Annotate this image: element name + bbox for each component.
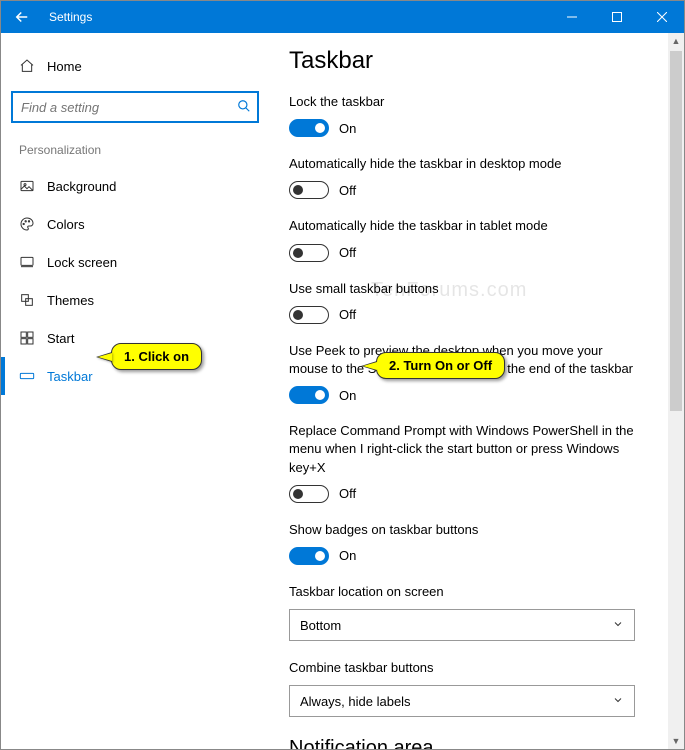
main-panel: Taskbar Lock the taskbar On Automaticall…	[283, 33, 684, 749]
toggle-small-buttons[interactable]	[289, 306, 329, 324]
toggle-badges[interactable]	[289, 547, 329, 565]
toggle-state: On	[339, 388, 356, 403]
sidebar-item-label: Colors	[47, 217, 85, 232]
search-input[interactable]	[11, 91, 259, 123]
sidebar-item-colors[interactable]: Colors	[11, 205, 273, 243]
setting-label: Automatically hide the taskbar in deskto…	[289, 155, 660, 173]
toggle-peek[interactable]	[289, 386, 329, 404]
window-title: Settings	[43, 10, 549, 24]
dropdown-value: Bottom	[300, 618, 341, 633]
setting-label: Lock the taskbar	[289, 93, 660, 111]
search-icon	[237, 99, 251, 116]
lockscreen-icon	[19, 254, 47, 270]
chevron-down-icon	[612, 694, 624, 709]
setting-label: Combine taskbar buttons	[289, 659, 660, 677]
maximize-button[interactable]	[594, 1, 639, 33]
taskbar-icon	[19, 368, 47, 384]
sidebar-item-label: Background	[47, 179, 116, 194]
scroll-up-icon[interactable]: ▲	[668, 33, 684, 49]
start-icon	[19, 330, 47, 346]
setting-badges: Show badges on taskbar buttons On	[289, 521, 660, 565]
setting-label: Use small taskbar buttons	[289, 280, 660, 298]
setting-label: Taskbar location on screen	[289, 583, 660, 601]
toggle-autohide-desktop[interactable]	[289, 181, 329, 199]
sidebar-item-label: Start	[47, 331, 74, 346]
setting-combine: Combine taskbar buttons Always, hide lab…	[289, 659, 660, 717]
sidebar-item-themes[interactable]: Themes	[11, 281, 273, 319]
image-icon	[19, 178, 47, 194]
sidebar-item-background[interactable]: Background	[11, 167, 273, 205]
palette-icon	[19, 216, 47, 232]
toggle-state: Off	[339, 183, 356, 198]
scrollbar[interactable]: ▲ ▼	[668, 33, 684, 749]
sidebar-item-lockscreen[interactable]: Lock screen	[11, 243, 273, 281]
chevron-down-icon	[612, 618, 624, 633]
toggle-state: Off	[339, 245, 356, 260]
toggle-lock-taskbar[interactable]	[289, 119, 329, 137]
toggle-autohide-tablet[interactable]	[289, 244, 329, 262]
annotation-callout-1: 1. Click on	[111, 343, 202, 370]
toggle-state: Off	[339, 307, 356, 322]
setting-lock-taskbar: Lock the taskbar On	[289, 93, 660, 137]
close-button[interactable]	[639, 1, 684, 33]
titlebar: Settings	[1, 1, 684, 33]
back-button[interactable]	[1, 1, 43, 33]
search-field[interactable]	[21, 100, 237, 115]
toggle-state: On	[339, 121, 356, 136]
setting-autohide-desktop: Automatically hide the taskbar in deskto…	[289, 155, 660, 199]
setting-small-buttons: Use small taskbar buttons Off	[289, 280, 660, 324]
toggle-state: On	[339, 548, 356, 563]
toggle-state: Off	[339, 486, 356, 501]
home-icon	[19, 58, 47, 74]
subheading-notification: Notification area	[289, 737, 660, 749]
setting-label: Replace Command Prompt with Windows Powe…	[289, 422, 649, 477]
setting-label: Show badges on taskbar buttons	[289, 521, 660, 539]
setting-powershell: Replace Command Prompt with Windows Powe…	[289, 422, 660, 503]
dropdown-location[interactable]: Bottom	[289, 609, 635, 641]
sidebar-home[interactable]: Home	[11, 47, 273, 85]
page-title: Taskbar	[289, 47, 660, 75]
setting-autohide-tablet: Automatically hide the taskbar in tablet…	[289, 217, 660, 261]
sidebar-item-label: Taskbar	[47, 369, 93, 384]
toggle-powershell[interactable]	[289, 485, 329, 503]
sidebar-home-label: Home	[47, 59, 82, 74]
sidebar-section-label: Personalization	[11, 137, 273, 163]
setting-location: Taskbar location on screen Bottom	[289, 583, 660, 641]
setting-label: Automatically hide the taskbar in tablet…	[289, 217, 660, 235]
dropdown-value: Always, hide labels	[300, 694, 411, 709]
search-container	[11, 91, 273, 123]
scrollbar-thumb[interactable]	[670, 51, 682, 411]
sidebar-item-label: Themes	[47, 293, 94, 308]
minimize-button[interactable]	[549, 1, 594, 33]
annotation-callout-2: 2. Turn On or Off	[376, 352, 505, 379]
dropdown-combine[interactable]: Always, hide labels	[289, 685, 635, 717]
scroll-down-icon[interactable]: ▼	[668, 733, 684, 749]
themes-icon	[19, 292, 47, 308]
sidebar-item-label: Lock screen	[47, 255, 117, 270]
sidebar: Home Personalization Background Colors L…	[1, 33, 283, 749]
